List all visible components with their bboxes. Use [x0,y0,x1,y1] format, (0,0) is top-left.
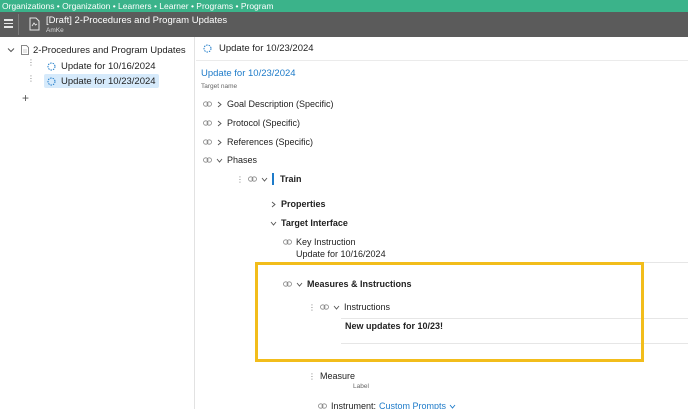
target-interface-label: Target Interface [281,218,348,228]
link-icon [203,157,212,163]
key-instruction-label-row: Key Instruction [283,236,356,248]
phase-accent-bar [272,173,274,185]
properties-label: Properties [281,199,326,209]
tree-item-update-1023[interactable]: Update for 10/23/2024 [44,74,159,88]
tree-root-label: 2-Procedures and Program Updates [33,44,186,56]
key-instruction-label: Key Instruction [296,237,356,247]
section-label: References (Specific) [227,137,314,147]
add-icon[interactable]: + [22,91,29,105]
target-name-field[interactable]: Update for 10/23/2024 [201,68,296,79]
target-icon [47,77,56,85]
chevron-right-icon[interactable] [216,139,223,146]
main-panel: Update for 10/23/2024 Update for 10/23/2… [196,37,688,409]
measure-row[interactable]: ⋮ Measure [308,370,355,382]
panel-header: Update for 10/23/2024 [196,37,688,61]
breadcrumb-bar[interactable]: Organizations • Organization • Learners … [0,0,688,12]
link-icon [203,120,212,126]
section-goal-description[interactable]: Goal Description (Specific) [203,98,334,110]
chevron-right-icon[interactable] [216,101,223,108]
phase-train[interactable]: ⋮ Train [236,173,302,185]
tree-root[interactable]: 2-Procedures and Program Updates [7,43,186,57]
menu-icon[interactable] [4,19,13,28]
instrument-select[interactable]: Custom Prompts [379,401,446,409]
section-label: Protocol (Specific) [227,118,301,128]
sidebar: 2-Procedures and Program Updates ⋮ Updat… [0,37,195,409]
highlight-box [255,262,644,362]
chevron-down-icon[interactable] [261,176,268,183]
divider [18,14,19,35]
chevron-right-icon[interactable] [216,120,223,127]
drag-handle-icon[interactable]: ⋮ [27,59,35,67]
drag-handle-icon[interactable]: ⋮ [236,175,244,184]
link-icon [318,403,327,409]
section-label: Goal Description (Specific) [227,99,334,109]
tree-item-label: Update for 10/16/2024 [61,60,156,72]
section-phases[interactable]: Phases [203,154,257,166]
properties-toggle[interactable]: Properties [270,198,326,210]
target-icon [47,62,56,70]
section-protocol[interactable]: Protocol (Specific) [203,117,300,129]
document-title: [Draft] 2-Procedures and Program Updates [46,15,228,26]
section-references[interactable]: References (Specific) [203,136,313,148]
chevron-down-icon[interactable] [270,220,277,227]
tree-item-label: Update for 10/23/2024 [61,75,156,87]
instrument-label: Instrument: [331,401,377,409]
chevron-down-icon[interactable] [216,157,223,164]
measure-label: Label [353,383,369,390]
target-icon [203,44,212,53]
target-interface-toggle[interactable]: Target Interface [270,217,348,229]
section-label: Phases [227,155,258,165]
target-name-label: Target name [201,83,238,90]
title-bar: [Draft] 2-Procedures and Program Updates… [0,12,688,37]
drag-handle-icon[interactable]: ⋮ [308,372,316,381]
document-owner: AmKe [46,27,64,34]
link-icon [283,239,292,245]
panel-title: Update for 10/23/2024 [219,43,314,54]
phase-label: Train [280,174,302,184]
document-icon [29,17,40,31]
tree-item-update-1016[interactable]: Update for 10/16/2024 [47,59,156,73]
chevron-down-icon[interactable] [449,403,456,409]
measure-field[interactable]: Measure [320,371,355,381]
instrument-row: Instrument: Custom Prompts [318,400,456,409]
drag-handle-icon[interactable]: ⋮ [27,75,35,83]
link-icon [203,101,212,107]
chevron-down-icon[interactable] [7,46,15,54]
link-icon [248,176,257,182]
page-icon [21,45,29,55]
chevron-right-icon[interactable] [270,201,277,208]
link-icon [203,139,212,145]
key-instruction-field[interactable]: Update for 10/16/2024 [296,249,386,259]
